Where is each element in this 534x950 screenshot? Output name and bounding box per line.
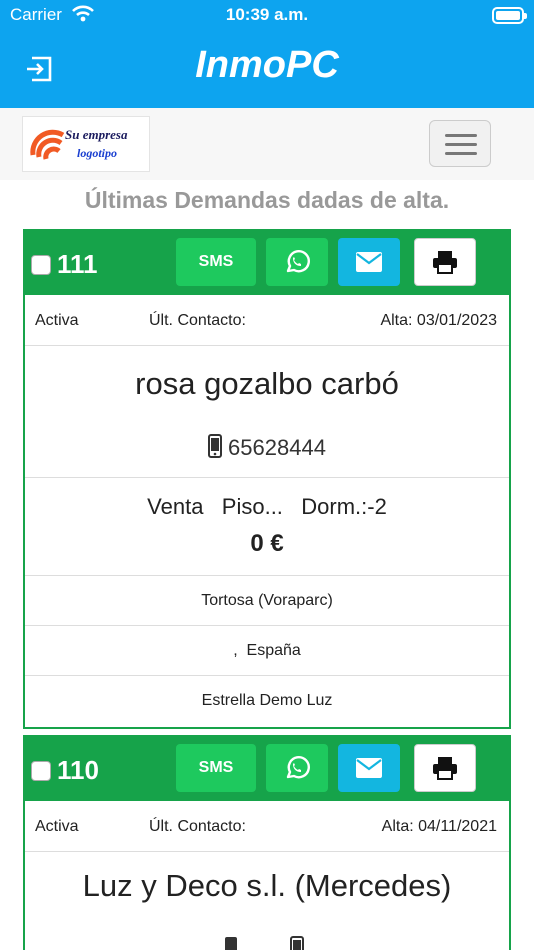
property-section: Venta Piso... Dorm.:-2 0 €	[25, 477, 509, 575]
agent-row: Estrella Demo Luz	[25, 675, 509, 725]
card-info-row: Activa Últ. Contacto: Alta: 04/11/2021	[25, 801, 509, 851]
select-checkbox[interactable]	[31, 761, 51, 781]
zone-row: Tortosa (Voraparc)	[25, 575, 509, 625]
country-row: , España	[25, 625, 509, 675]
print-button[interactable]	[414, 744, 476, 792]
mobile-phone-icon	[208, 434, 223, 458]
email-button[interactable]	[338, 238, 400, 286]
last-contact-label: Últ. Contacto:	[149, 312, 246, 329]
mail-icon	[356, 252, 382, 272]
sms-button[interactable]: SMS	[176, 744, 256, 792]
battery-icon	[492, 7, 527, 24]
page-heading: Últimas Demandas dadas de alta.	[84, 187, 450, 213]
whatsapp-button[interactable]	[266, 238, 328, 286]
phone-number[interactable]: 65628444	[25, 434, 509, 461]
demand-card: 110 SMS Activa Últ. Contacto: Alta: 04/1…	[23, 735, 511, 950]
company-logo[interactable]: Su empresa logotipo	[22, 116, 150, 172]
mail-icon	[356, 758, 382, 778]
whatsapp-icon	[286, 756, 310, 779]
print-button[interactable]	[414, 238, 476, 286]
select-checkbox[interactable]	[31, 255, 51, 275]
alta-date: Alta: 03/01/2023	[380, 312, 497, 329]
hamburger-menu-icon[interactable]	[429, 120, 491, 167]
client-name: Luz y Deco s.l. (Mercedes)	[82, 868, 452, 903]
clock: 10:39 a.m.	[225, 5, 309, 24]
demand-id: 110	[57, 755, 99, 785]
whatsapp-button[interactable]	[266, 744, 328, 792]
mobile-phone-icon	[290, 936, 305, 950]
phone-icon	[224, 937, 237, 950]
contact-section: Luz y Deco s.l. (Mercedes)	[25, 851, 509, 950]
top-bar: Carrier 10:39 a.m. InmoPC	[0, 0, 534, 108]
price: 0 €	[250, 530, 284, 557]
client-name: rosa gozalbo carbó	[135, 366, 399, 401]
logo-text-line1: Su empresa	[65, 127, 128, 142]
card-header: 110 SMS	[25, 737, 509, 801]
email-button[interactable]	[338, 744, 400, 792]
alta-date: Alta: 04/11/2021	[381, 818, 497, 835]
phone-text: 65628444	[228, 435, 326, 460]
operation-details: Venta Piso... Dorm.:-2	[147, 494, 387, 519]
sms-button[interactable]: SMS	[176, 238, 256, 286]
demand-card: 111 SMS Activa Últ. Contacto: Alta: 03/0…	[23, 229, 511, 729]
whatsapp-icon	[286, 250, 310, 273]
card-header: 111 SMS	[25, 231, 509, 295]
status-text: Activa	[35, 312, 79, 329]
print-icon	[433, 757, 457, 780]
demand-id: 111	[57, 249, 98, 279]
status-text: Activa	[35, 818, 79, 835]
status-bar: Carrier 10:39 a.m.	[0, 0, 534, 30]
app-title: InmoPC	[195, 44, 339, 86]
print-icon	[433, 251, 457, 274]
card-info-row: Activa Últ. Contacto: Alta: 03/01/2023	[25, 295, 509, 345]
last-contact-label: Últ. Contacto:	[149, 818, 246, 835]
phone-numbers[interactable]	[25, 936, 509, 950]
navbar: Su empresa logotipo	[0, 108, 534, 180]
logo-text-line2: logotipo	[77, 146, 118, 160]
contact-section: rosa gozalbo carbó 65628444	[25, 345, 509, 477]
